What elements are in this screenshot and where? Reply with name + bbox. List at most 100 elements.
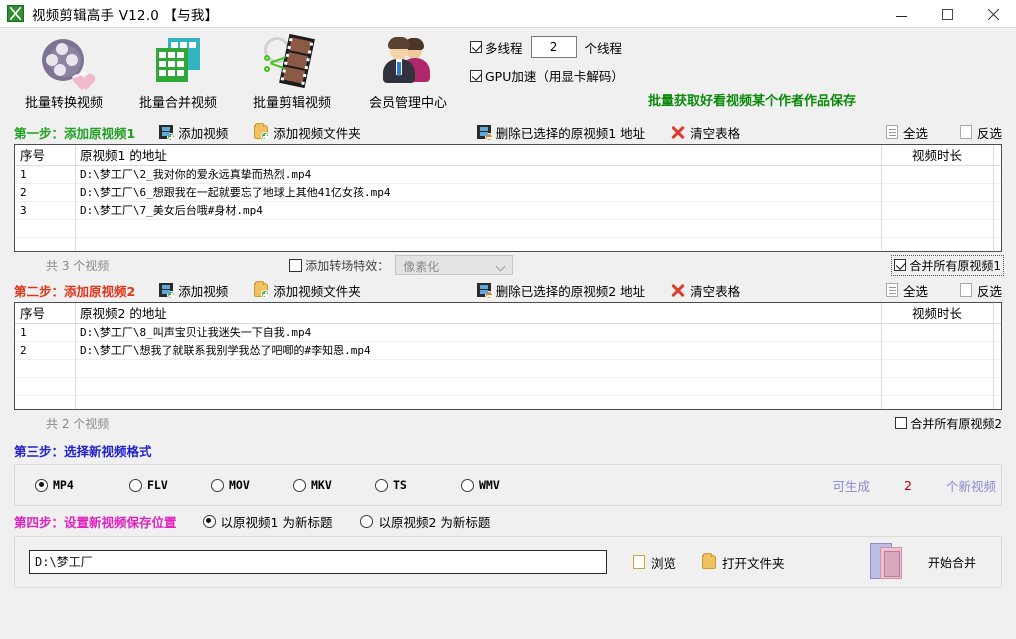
gpu-row: GPU加速（用显卡解码） <box>470 66 624 85</box>
step4-header: 第四步：设置新视频保存位置 以原视频1 为新标题 以原视频2 为新标题 <box>0 506 1016 536</box>
toolbar-item-members-label: 会员管理中心 <box>368 96 447 111</box>
format-option-mp4[interactable]: MP4 <box>35 478 105 492</box>
table-row[interactable]: 1 D:\梦工厂\8_叫声宝贝让我迷失一下自我.mp4 <box>15 323 1001 342</box>
step2-clear-table-button[interactable]: 清空表格 <box>671 281 740 300</box>
table-row[interactable]: 2 D:\梦工厂\想我了就联系我别学我怂了吧唧的#李知恩.mp4 <box>15 341 1001 360</box>
format-option-wmv[interactable]: WMV <box>461 478 531 492</box>
format-radio-wmv[interactable] <box>461 478 474 492</box>
title-source-radio-2[interactable] <box>360 514 374 528</box>
save-path-input[interactable]: D:\梦工厂 <box>29 550 607 574</box>
step2-table: 序号 原视频2 的地址 视频时长 1 D:\梦工厂\8_叫声宝贝让我迷失一下自我… <box>15 303 1001 409</box>
step2-toolbar: 第二步：添加原视频2 添加视频 添加视频文件夹 删除已选择的原视频2 地址 清空… <box>0 278 1016 302</box>
format-label-mkv: MKV <box>311 478 332 492</box>
step1-delete-selected-label: 删除已选择的原视频1 地址 <box>495 125 646 141</box>
row-path: D:\梦工厂\想我了就联系我别学我怂了吧唧的#李知恩.mp4 <box>75 341 881 360</box>
row-spare <box>993 165 1001 184</box>
format-label-flv: FLV <box>147 478 168 492</box>
table-row[interactable]: 3 D:\梦工厂\7_美女后台哦#身材.mp4 <box>15 201 1001 220</box>
transition-select[interactable]: 像素化 <box>395 255 514 275</box>
step3-title: 第三步：选择新视频格式 <box>14 443 152 459</box>
row-duration <box>881 323 993 342</box>
promo-text[interactable]: 批量获取好看视频某个作者作品保存 <box>648 90 856 109</box>
format-radio-flv[interactable] <box>129 478 142 492</box>
browse-button[interactable]: 浏览 <box>633 553 676 572</box>
step1-clear-table-button[interactable]: 清空表格 <box>671 123 740 142</box>
toolbar-item-members[interactable]: 会员管理中心 <box>352 32 464 111</box>
table-row[interactable]: 2 D:\梦工厂\6_想跟我在一起就要忘了地球上其他41亿女孩.mp4 <box>15 183 1001 202</box>
table-row-empty[interactable] <box>15 377 1001 396</box>
table-row-empty[interactable] <box>15 219 1001 238</box>
title-source-radio-1[interactable] <box>202 514 216 528</box>
step1-invert-select-button[interactable]: 反选 <box>959 123 1002 142</box>
merge-all-2-group[interactable]: 合并所有原视频2 <box>895 415 1002 432</box>
step1-delete-selected-button[interactable]: 删除已选择的原视频1 地址 <box>476 123 646 142</box>
step2-select-all-button[interactable]: 全选 <box>885 281 928 300</box>
format-option-mkv[interactable]: MKV <box>293 478 363 492</box>
table-row-empty[interactable] <box>15 395 1001 409</box>
step1-select-all-button[interactable]: 全选 <box>885 123 928 142</box>
generate-suffix: 个新视频 <box>945 478 996 494</box>
multithread-checkbox[interactable] <box>470 41 482 53</box>
step2-count: 共 2 个视频 <box>46 416 110 431</box>
toolbar-item-convert[interactable]: 批量转换视频 <box>8 32 120 111</box>
step1-add-video-button[interactable]: 添加视频 <box>159 123 228 142</box>
title-source-option-2[interactable]: 以原视频2 为新标题 <box>360 512 490 531</box>
select-all-icon <box>885 283 898 297</box>
format-option-flv[interactable]: FLV <box>129 478 199 492</box>
format-radio-mp4[interactable] <box>35 478 48 492</box>
row-index: 2 <box>15 183 75 202</box>
step2-under-table: 共 2 个视频 合并所有原视频2 <box>0 410 1016 436</box>
row-index: 2 <box>15 341 75 360</box>
row-index: 1 <box>15 165 75 184</box>
table-row-empty[interactable] <box>15 237 1001 251</box>
format-option-ts[interactable]: TS <box>375 478 445 492</box>
step1-col-path: 原视频1 的地址 <box>75 145 881 166</box>
format-label-ts: TS <box>393 478 407 492</box>
maximize-icon <box>941 8 953 20</box>
delete-video-icon <box>476 283 493 299</box>
transition-checkbox[interactable] <box>289 258 303 272</box>
merge-all-1-checkbox[interactable] <box>894 259 907 271</box>
maximize-button[interactable] <box>924 0 970 28</box>
generate-count: 2 <box>904 477 912 493</box>
table-row[interactable]: 1 D:\梦工厂\2_我对你的爱永远真挚而热烈.mp4 <box>15 165 1001 184</box>
step1-video-table[interactable]: 序号 原视频1 的地址 视频时长 1 D:\梦工厂\2_我对你的爱永远真挚而热烈… <box>14 144 1002 252</box>
row-path: D:\梦工厂\2_我对你的爱永远真挚而热烈.mp4 <box>75 165 881 184</box>
format-label-mov: MOV <box>229 478 250 492</box>
step2-col-path: 原视频2 的地址 <box>75 303 881 324</box>
row-path: D:\梦工厂\8_叫声宝贝让我迷失一下自我.mp4 <box>75 323 881 342</box>
step1-table-body: 1 D:\梦工厂\2_我对你的爱永远真挚而热烈.mp4 2 D:\梦工厂\6_想… <box>15 165 1001 251</box>
step1-add-folder-button[interactable]: 添加视频文件夹 <box>254 123 361 142</box>
toolbar-item-cut[interactable]: 批量剪辑视频 <box>236 32 348 111</box>
step1-under-table: 共 3 个视频 添加转场特效： 像素化 合并所有原视频1 <box>0 252 1016 278</box>
format-radio-ts[interactable] <box>375 478 388 492</box>
step3-header: 第三步：选择新视频格式 <box>0 436 1016 464</box>
step2-col-index: 序号 <box>15 303 75 324</box>
toolbar-item-merge[interactable]: 批量合并视频 <box>122 32 234 111</box>
merge-all-1-group[interactable]: 合并所有原视频1 <box>891 254 1004 276</box>
minimize-button[interactable] <box>878 0 924 28</box>
step1-invert-select-label: 反选 <box>976 125 1002 141</box>
format-label-mp4: MP4 <box>53 478 74 492</box>
format-radio-mov[interactable] <box>211 478 224 492</box>
merge-all-2-checkbox[interactable] <box>895 417 908 429</box>
title-source-option-1[interactable]: 以原视频1 为新标题 <box>202 512 332 531</box>
format-radio-mkv[interactable] <box>293 478 306 492</box>
close-button[interactable] <box>970 0 1016 28</box>
step2-add-video-button[interactable]: 添加视频 <box>159 281 228 300</box>
step2-video-table[interactable]: 序号 原视频2 的地址 视频时长 1 D:\梦工厂\8_叫声宝贝让我迷失一下自我… <box>14 302 1002 410</box>
transition-select-value: 像素化 <box>403 260 440 274</box>
step2-select-all-label: 全选 <box>902 283 928 299</box>
step2-add-folder-button[interactable]: 添加视频文件夹 <box>254 281 361 300</box>
table-row-empty[interactable] <box>15 359 1001 378</box>
step2-invert-select-button[interactable]: 反选 <box>959 281 1002 300</box>
gpu-accel-checkbox[interactable] <box>470 69 482 82</box>
row-index: 1 <box>15 323 75 342</box>
thread-count-input[interactable]: 2 <box>530 36 577 58</box>
open-folder-button[interactable]: 打开文件夹 <box>702 553 785 572</box>
step1-add-folder-label: 添加视频文件夹 <box>273 125 361 141</box>
start-merge-button[interactable]: 开始合并 <box>869 543 976 581</box>
step2-delete-selected-button[interactable]: 删除已选择的原视频2 地址 <box>476 281 645 300</box>
format-option-mov[interactable]: MOV <box>211 478 281 492</box>
step2-col-duration: 视频时长 <box>881 303 993 324</box>
